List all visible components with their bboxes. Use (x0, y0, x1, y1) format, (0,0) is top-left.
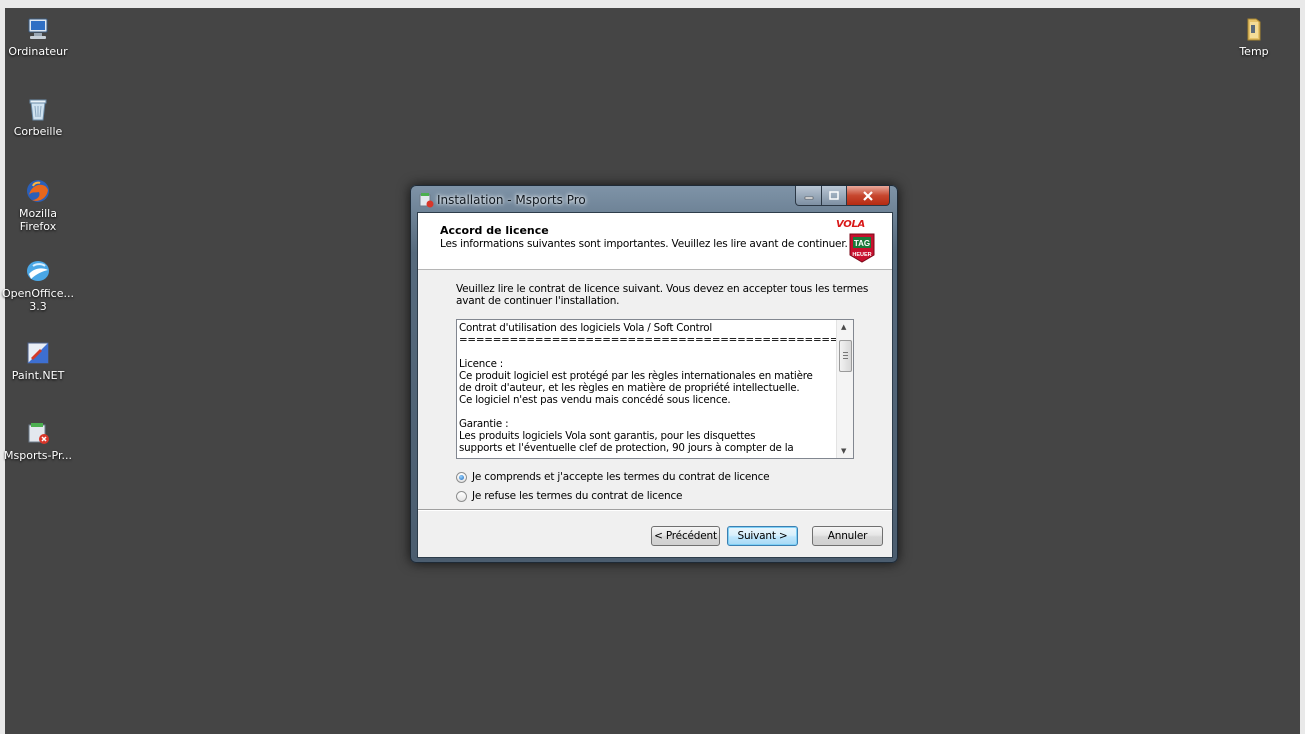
desktop-icon-label: Paint.NET (11, 369, 65, 382)
close-icon (863, 190, 873, 201)
desktop-icon-label: OpenOffice... 3.3 (2, 287, 74, 313)
svg-text:TAG: TAG (854, 239, 870, 248)
desktop-icon-label: Mozilla Firefox (19, 207, 57, 233)
license-text: Contrat d'utilisation des logiciels Vola… (459, 322, 854, 454)
license-line: ========================================… (459, 334, 854, 346)
desktop-icon-label: Msports-Pr... (4, 449, 72, 462)
desktop-icon-msports[interactable]: Msports-Pr... (0, 420, 77, 462)
license-line: Licence : (459, 358, 504, 370)
desktop-icon-label: Temp (1239, 45, 1269, 58)
wizard-body: Accord de licence Les informations suiva… (417, 212, 893, 558)
minimize-icon (804, 196, 813, 199)
desktop-icon-paintnet[interactable]: Paint.NET (0, 340, 77, 382)
maximize-icon (829, 191, 839, 200)
scroll-up-icon[interactable]: ▲ (841, 323, 846, 331)
accept-label[interactable]: Je comprends et j'accepte les termes du … (472, 471, 770, 483)
installer-window: Installation - Msports Pro Accord de lic… (410, 185, 898, 563)
installer-icon (28, 423, 49, 444)
vertical-scrollbar[interactable]: ▲ ▼ (836, 320, 853, 458)
intro-text: Veuillez lire le contrat de licence suiv… (456, 283, 868, 307)
license-line: Ce produit logiciel est protégé par les … (459, 370, 813, 382)
desktop-icon-label: Corbeille (13, 125, 63, 138)
desktop-icon-temp[interactable]: Temp (1215, 16, 1293, 58)
license-line: de droit d'auteur, et les règles en mati… (459, 382, 800, 394)
recycle-bin-icon (29, 99, 47, 121)
desktop-icon-label: Ordinateur (8, 45, 68, 58)
scroll-down-icon[interactable]: ▼ (841, 447, 846, 455)
license-line: Garantie : (459, 418, 509, 430)
desktop-icon-openoffice[interactable]: OpenOffice... 3.3 (0, 258, 77, 313)
title-bar[interactable]: Installation - Msports Pro (410, 185, 898, 213)
intro-line: Veuillez lire le contrat de licence suiv… (456, 283, 869, 295)
desktop-icon-ordinateur[interactable]: Ordinateur (0, 16, 77, 58)
refuse-radio[interactable] (456, 490, 467, 502)
page-title: Accord de licence (440, 224, 549, 237)
firefox-icon (27, 180, 49, 202)
wizard-header: Accord de licence Les informations suiva… (418, 213, 892, 270)
installer-icon (419, 193, 434, 208)
maximize-button[interactable] (822, 186, 847, 206)
minimize-button[interactable] (795, 186, 822, 206)
refuse-label[interactable]: Je refuse les termes du contrat de licen… (472, 490, 683, 502)
license-line: Ce logiciel n'est pas vendu mais concédé… (459, 394, 731, 406)
close-button[interactable] (847, 186, 890, 206)
tag-heuer-logo-icon: TAG HEUER (849, 233, 875, 263)
computer-icon (28, 18, 48, 39)
license-textbox[interactable]: Contrat d'utilisation des logiciels Vola… (456, 319, 854, 459)
scrollbar-thumb[interactable] (839, 340, 852, 372)
grip-icon (843, 352, 848, 359)
cancel-button[interactable]: Annuler (812, 526, 883, 546)
openoffice-icon (27, 261, 49, 281)
accept-radio-option[interactable]: Je comprends et j'accepte les termes du … (456, 471, 770, 483)
license-line (459, 346, 837, 358)
vola-logo: VOLA (836, 219, 865, 230)
intro-line: avant de continuer l'installation. (456, 295, 620, 307)
caption-buttons (795, 186, 890, 206)
next-button[interactable]: Suivant > (727, 526, 798, 546)
license-line: supports et l'éventuelle clef de protect… (459, 442, 794, 454)
window-title: Installation - Msports Pro (437, 193, 586, 207)
refuse-radio-option[interactable]: Je refuse les termes du contrat de licen… (456, 490, 683, 502)
page-subtitle: Les informations suivantes sont importan… (440, 238, 848, 250)
desktop-icon-firefox[interactable]: Mozilla Firefox (0, 178, 77, 233)
license-line: Les produits logiciels Vola sont garanti… (459, 430, 756, 442)
license-line: Contrat d'utilisation des logiciels Vola… (459, 322, 713, 334)
paintnet-icon (27, 342, 49, 364)
folder-icon (1247, 18, 1261, 41)
license-line (459, 406, 837, 418)
svg-text:HEUER: HEUER (852, 252, 871, 258)
back-button[interactable]: < Précédent (651, 526, 720, 546)
desktop-icon-corbeille[interactable]: Corbeille (0, 96, 77, 138)
accept-radio[interactable] (456, 471, 467, 483)
separator (418, 509, 892, 511)
